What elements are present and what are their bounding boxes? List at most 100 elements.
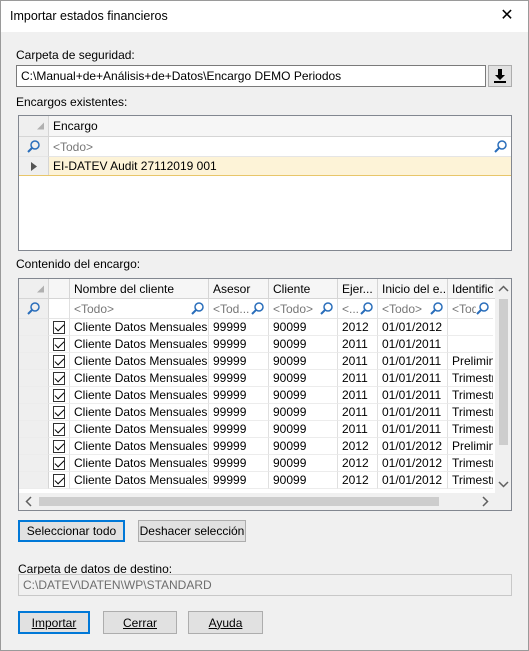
column-header-client-name[interactable]: Nombre del cliente bbox=[70, 279, 209, 298]
column-header-start[interactable]: Inicio del e... bbox=[378, 279, 448, 298]
row-indicator bbox=[19, 472, 49, 489]
select-all-button[interactable]: Seleccionar todo bbox=[18, 520, 125, 542]
filter-client[interactable]: <Todo> bbox=[269, 299, 338, 319]
close-button[interactable]: Cerrar bbox=[103, 611, 177, 634]
row-indicator bbox=[19, 370, 49, 387]
search-icon bbox=[251, 302, 264, 315]
row-indicator bbox=[19, 455, 49, 472]
client-name-cell: Cliente Datos Mensuales ... bbox=[70, 319, 209, 336]
table-row[interactable]: Cliente Datos Mensuales ... 99999 90099 201… bbox=[19, 387, 494, 404]
start-date-cell: 01/01/2011 bbox=[378, 421, 448, 438]
client-cell: 90099 bbox=[269, 438, 338, 455]
advisor-cell: 99999 bbox=[209, 370, 269, 387]
column-header-year[interactable]: Ejer... bbox=[338, 279, 378, 298]
start-date-cell: 01/01/2012 bbox=[378, 438, 448, 455]
advisor-cell: 99999 bbox=[209, 387, 269, 404]
engagement-filter-input[interactable]: <Todo> bbox=[49, 137, 511, 157]
backup-folder-input[interactable]: C:\Manual+de+Análisis+de+Datos\Encargo D… bbox=[16, 65, 486, 87]
column-header-advisor[interactable]: Asesor bbox=[209, 279, 269, 298]
close-icon[interactable]: ✕ bbox=[496, 5, 518, 27]
row-indicator bbox=[19, 404, 49, 421]
identifier-cell: Trimestre bbox=[448, 472, 493, 489]
start-date-cell: 01/01/2011 bbox=[378, 404, 448, 421]
import-dialog: Importar estados financieros ✕ Carpeta d… bbox=[0, 0, 529, 651]
identifier-cell: Prelimina bbox=[448, 438, 493, 455]
search-icon bbox=[27, 140, 40, 153]
browse-button[interactable] bbox=[488, 65, 512, 87]
engagements-grid: Encargo <Todo> EI-DATEV Audit 27112019 0… bbox=[18, 115, 512, 251]
row-checkbox-cell bbox=[49, 455, 70, 472]
client-name-cell: Cliente Datos Mensuales ... bbox=[70, 472, 209, 489]
row-checkbox[interactable] bbox=[53, 439, 65, 453]
client-name-cell: Cliente Datos Mensuales ... bbox=[70, 438, 209, 455]
row-checkbox[interactable] bbox=[53, 371, 65, 385]
filter-client-name[interactable]: <Todo> bbox=[70, 299, 209, 319]
window-title: Importar estados financieros bbox=[10, 9, 168, 23]
year-cell: 2012 bbox=[338, 455, 378, 472]
start-date-cell: 01/01/2011 bbox=[378, 387, 448, 404]
row-checkbox[interactable] bbox=[53, 320, 65, 334]
search-icon bbox=[476, 302, 489, 315]
search-icon bbox=[430, 302, 443, 315]
filter-identifier[interactable]: <Todo> bbox=[448, 299, 493, 319]
help-button-label: Ayuda bbox=[208, 615, 243, 630]
scroll-down-icon[interactable] bbox=[495, 475, 512, 492]
import-button[interactable]: Importar bbox=[18, 611, 90, 634]
year-cell: 2011 bbox=[338, 387, 378, 404]
row-checkbox[interactable] bbox=[53, 456, 65, 470]
row-indicator bbox=[19, 157, 49, 175]
table-row[interactable]: Cliente Datos Mensuales ... 99999 90099 201… bbox=[19, 455, 494, 472]
row-checkbox[interactable] bbox=[53, 405, 65, 419]
client-cell: 90099 bbox=[269, 319, 338, 336]
engagement-row[interactable]: EI-DATEV Audit 27112019 001 bbox=[19, 157, 511, 176]
row-checkbox[interactable] bbox=[53, 337, 65, 351]
filter-start[interactable]: <Todo> bbox=[378, 299, 448, 319]
start-date-cell: 01/01/2012 bbox=[378, 472, 448, 489]
filter-placeholder: <Todo> bbox=[382, 301, 423, 316]
scroll-up-icon[interactable] bbox=[495, 281, 512, 298]
identifier-cell: Trimestre bbox=[448, 455, 493, 472]
client-name-cell: Cliente Datos Mensuales ... bbox=[70, 421, 209, 438]
engagements-filter-row: <Todo> bbox=[19, 137, 511, 157]
table-row[interactable]: Cliente Datos Mensuales ... 99999 90099 201… bbox=[19, 319, 494, 336]
row-checkbox[interactable] bbox=[53, 388, 65, 402]
filter-year[interactable]: <... bbox=[338, 299, 378, 319]
start-date-cell: 01/01/2011 bbox=[378, 336, 448, 353]
table-row[interactable]: Cliente Datos Mensuales ... 99999 90099 201… bbox=[19, 353, 494, 370]
year-cell: 2011 bbox=[338, 336, 378, 353]
scroll-right-icon[interactable] bbox=[476, 493, 493, 510]
table-row[interactable]: Cliente Datos Mensuales ... 99999 90099 201… bbox=[19, 370, 494, 387]
table-row[interactable]: Cliente Datos Mensuales ... 99999 90099 201… bbox=[19, 472, 494, 489]
vertical-scrollbar[interactable] bbox=[495, 279, 512, 493]
horizontal-scrollbar[interactable] bbox=[19, 493, 495, 510]
advisor-cell: 99999 bbox=[209, 353, 269, 370]
table-row[interactable]: Cliente Datos Mensuales ... 99999 90099 201… bbox=[19, 421, 494, 438]
row-checkbox[interactable] bbox=[53, 422, 65, 436]
contents-header-row: Nombre del cliente Asesor Cliente Ejer..… bbox=[19, 279, 511, 299]
advisor-cell: 99999 bbox=[209, 319, 269, 336]
row-checkbox[interactable] bbox=[53, 473, 65, 487]
column-header-encargo[interactable]: Encargo bbox=[49, 116, 511, 136]
vertical-scroll-thumb[interactable] bbox=[499, 299, 508, 445]
row-checkbox[interactable] bbox=[53, 354, 65, 368]
client-name-cell: Cliente Datos Mensuales ... bbox=[70, 387, 209, 404]
filter-placeholder: <Todo> bbox=[273, 301, 314, 316]
horizontal-scroll-thumb[interactable] bbox=[39, 497, 439, 506]
column-header-identifier[interactable]: Identifica bbox=[448, 279, 493, 298]
advisor-cell: 99999 bbox=[209, 336, 269, 353]
scroll-left-icon[interactable] bbox=[21, 493, 38, 510]
identifier-cell: Prelimina bbox=[448, 353, 493, 370]
table-row[interactable]: Cliente Datos Mensuales ... 99999 90099 201… bbox=[19, 336, 494, 353]
filter-indicator bbox=[19, 137, 49, 157]
year-cell: 2012 bbox=[338, 319, 378, 336]
client-cell: 90099 bbox=[269, 336, 338, 353]
undo-selection-button[interactable]: Deshacer selección bbox=[138, 520, 246, 542]
filter-advisor[interactable]: <Tod... bbox=[209, 299, 269, 319]
table-row[interactable]: Cliente Datos Mensuales ... 99999 90099 201… bbox=[19, 438, 494, 455]
client-name-cell: Cliente Datos Mensuales ... bbox=[70, 353, 209, 370]
column-header-client[interactable]: Cliente bbox=[269, 279, 338, 298]
contents-filter-row: <Todo> <Tod... <Todo> <... <Todo> <Todo> bbox=[19, 299, 511, 319]
identifier-cell: Trimestre bbox=[448, 421, 493, 438]
help-button[interactable]: Ayuda bbox=[188, 611, 263, 634]
table-row[interactable]: Cliente Datos Mensuales ... 99999 90099 201… bbox=[19, 404, 494, 421]
